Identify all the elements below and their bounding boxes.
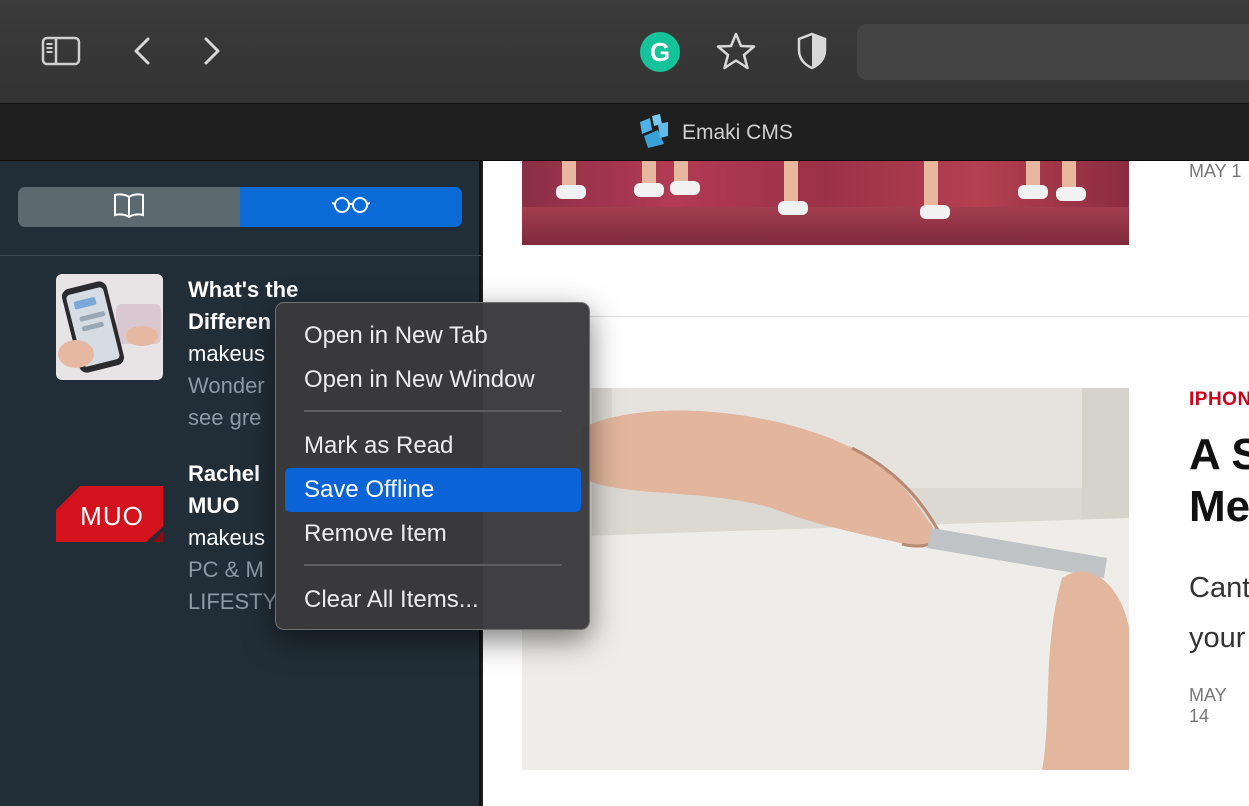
chevron-left-icon[interactable] <box>126 32 158 70</box>
tab-reading-list[interactable] <box>240 187 462 227</box>
image-detail <box>920 205 950 219</box>
excerpt-line2: your <box>1189 622 1246 654</box>
article-image-main[interactable] <box>522 388 1129 770</box>
article-headline[interactable]: A S Me <box>1189 429 1249 533</box>
chevron-right-icon[interactable] <box>196 32 228 70</box>
glasses-icon <box>331 196 371 219</box>
headline-line2: Me <box>1189 482 1249 531</box>
sidebar-divider <box>0 255 481 256</box>
muo-logo-text: MUO <box>80 501 144 531</box>
browser-toolbar: G <box>0 0 1249 104</box>
active-tab[interactable]: Emaki CMS <box>638 113 793 153</box>
menu-separator <box>304 564 562 566</box>
article-divider <box>483 316 1249 317</box>
image-floor <box>522 207 1129 245</box>
image-detail <box>634 183 664 197</box>
excerpt-line1: Cant <box>1189 572 1249 604</box>
menu-item-clear-all-items[interactable]: Clear All Items... <box>285 578 581 622</box>
tab-bar: Emaki CMS <box>0 105 1249 161</box>
headline-line1: A S <box>1189 430 1249 479</box>
grammarly-icon[interactable]: G <box>640 32 680 72</box>
context-menu: Open in New Tab Open in New Window Mark … <box>275 302 590 630</box>
article-date: MAY 1 <box>1189 161 1242 181</box>
image-detail <box>556 185 586 199</box>
article-category[interactable]: IPHON <box>1189 389 1249 411</box>
image-detail <box>784 161 798 205</box>
menu-item-save-offline[interactable]: Save Offline <box>285 468 581 512</box>
menu-separator <box>304 410 562 412</box>
menu-item-mark-as-read[interactable]: Mark as Read <box>285 424 581 468</box>
book-icon <box>113 192 145 223</box>
star-icon[interactable] <box>714 30 758 72</box>
article-excerpt: Cant your <box>1189 563 1249 663</box>
shield-icon[interactable] <box>792 30 832 72</box>
sidebar-icon[interactable] <box>40 34 82 68</box>
menu-item-open-new-window[interactable]: Open in New Window <box>285 358 581 402</box>
image-detail <box>1056 187 1086 201</box>
menu-item-open-new-tab[interactable]: Open in New Tab <box>285 314 581 358</box>
tab-title: Emaki CMS <box>682 121 793 144</box>
muo-logo: MUO <box>56 484 163 544</box>
article-date: MAY 14 <box>1189 685 1227 726</box>
sidebar-segment-control <box>18 187 462 227</box>
image-detail <box>1018 185 1048 199</box>
menu-item-remove-item[interactable]: Remove Item <box>285 512 581 556</box>
emaki-logo-icon <box>638 113 670 153</box>
article-thumbnail <box>56 274 163 380</box>
tab-bookmarks[interactable] <box>18 187 240 227</box>
image-detail <box>924 161 938 207</box>
image-detail <box>670 181 700 195</box>
address-bar[interactable] <box>857 24 1249 80</box>
web-content: MAY 1 IPHON A S Me Cant your MAY 14 <box>483 161 1249 806</box>
image-detail <box>778 201 808 215</box>
article-image-top[interactable] <box>522 161 1129 245</box>
